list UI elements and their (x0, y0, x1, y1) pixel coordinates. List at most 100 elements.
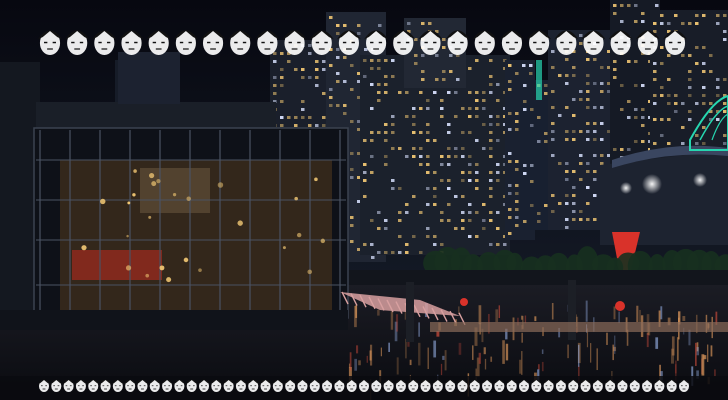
lit-window (419, 107, 423, 110)
lit-window (551, 122, 555, 125)
lit-window (653, 78, 657, 81)
light-reflection (366, 355, 368, 363)
lit-window (329, 88, 333, 91)
lit-window (336, 24, 340, 27)
lit-window (377, 211, 381, 214)
lit-window (442, 70, 446, 73)
lit-window (315, 84, 319, 87)
lit-window (613, 148, 617, 151)
lit-window (468, 107, 472, 110)
lit-window (482, 123, 486, 126)
lit-window (468, 203, 472, 206)
lit-window (681, 126, 685, 129)
lit-window (551, 210, 555, 213)
lit-window (586, 82, 590, 85)
light-reflection (537, 364, 540, 370)
lit-window (593, 82, 597, 85)
lit-window (370, 131, 374, 134)
lit-window (426, 187, 430, 190)
lit-window (294, 116, 298, 119)
lit-window (579, 90, 583, 93)
lit-window (508, 152, 512, 155)
lit-window (405, 115, 409, 118)
lit-window (544, 140, 548, 143)
lit-window (357, 152, 361, 155)
lit-window (508, 128, 512, 131)
lit-window (363, 171, 367, 174)
lit-window (489, 171, 493, 174)
lit-window (716, 14, 720, 17)
lit-window (412, 123, 416, 126)
lit-window (412, 107, 416, 110)
lit-window (475, 179, 479, 182)
lit-window (723, 14, 727, 17)
lit-window (572, 138, 576, 141)
light-reflection (636, 305, 639, 322)
lit-window (377, 91, 381, 94)
lit-window (660, 46, 664, 49)
lit-window (593, 154, 597, 157)
lit-window (551, 90, 555, 93)
lit-window (280, 100, 284, 103)
lit-window (627, 148, 631, 151)
lit-window (384, 75, 388, 78)
lit-window (695, 102, 699, 105)
lit-window (468, 219, 472, 222)
lit-window (688, 78, 692, 81)
lit-window (482, 219, 486, 222)
interior-light (307, 269, 313, 275)
lit-window (537, 212, 541, 215)
lit-window (308, 44, 312, 47)
lit-window (461, 155, 465, 158)
interior-light (132, 193, 136, 197)
lit-window (273, 60, 277, 63)
lit-window (660, 86, 664, 89)
lit-window (523, 108, 527, 111)
lit-window (667, 54, 671, 57)
light-reflection (606, 332, 608, 345)
lit-window (384, 131, 388, 134)
light-reflection (590, 343, 592, 363)
lit-window (653, 118, 657, 121)
lit-window (363, 179, 367, 182)
light-reflection (440, 363, 443, 376)
lit-window (489, 195, 493, 198)
lit-window (391, 59, 395, 62)
lit-window (674, 102, 678, 105)
lit-window (674, 94, 678, 97)
lit-window (627, 116, 631, 119)
lit-window (426, 235, 430, 238)
lit-window (287, 116, 291, 119)
lit-window (435, 78, 439, 81)
lit-window (468, 171, 472, 174)
lit-window (508, 232, 512, 235)
lit-window (398, 219, 402, 222)
lit-window (593, 170, 597, 173)
lit-window (565, 82, 569, 85)
lit-window (572, 186, 576, 189)
light-reflection (354, 358, 357, 371)
lit-window (593, 194, 597, 197)
lit-window (363, 243, 367, 246)
lit-window (572, 66, 576, 69)
lit-window (308, 76, 312, 79)
lit-window (674, 110, 678, 113)
lit-window (280, 76, 284, 79)
lit-window (515, 72, 519, 75)
lit-window (357, 120, 361, 123)
lit-window (607, 82, 611, 85)
lit-window (607, 90, 611, 93)
lit-window (287, 60, 291, 63)
lit-window (716, 94, 720, 97)
lit-window (336, 56, 340, 59)
lit-window (384, 83, 388, 86)
photo-scene (0, 0, 728, 400)
lit-window (702, 126, 706, 129)
lit-window (482, 203, 486, 206)
lit-window (350, 168, 354, 171)
lit-window (653, 22, 657, 25)
lit-window (384, 251, 388, 254)
lit-window (709, 70, 713, 73)
shoreline (340, 270, 728, 286)
lit-window (489, 219, 493, 222)
